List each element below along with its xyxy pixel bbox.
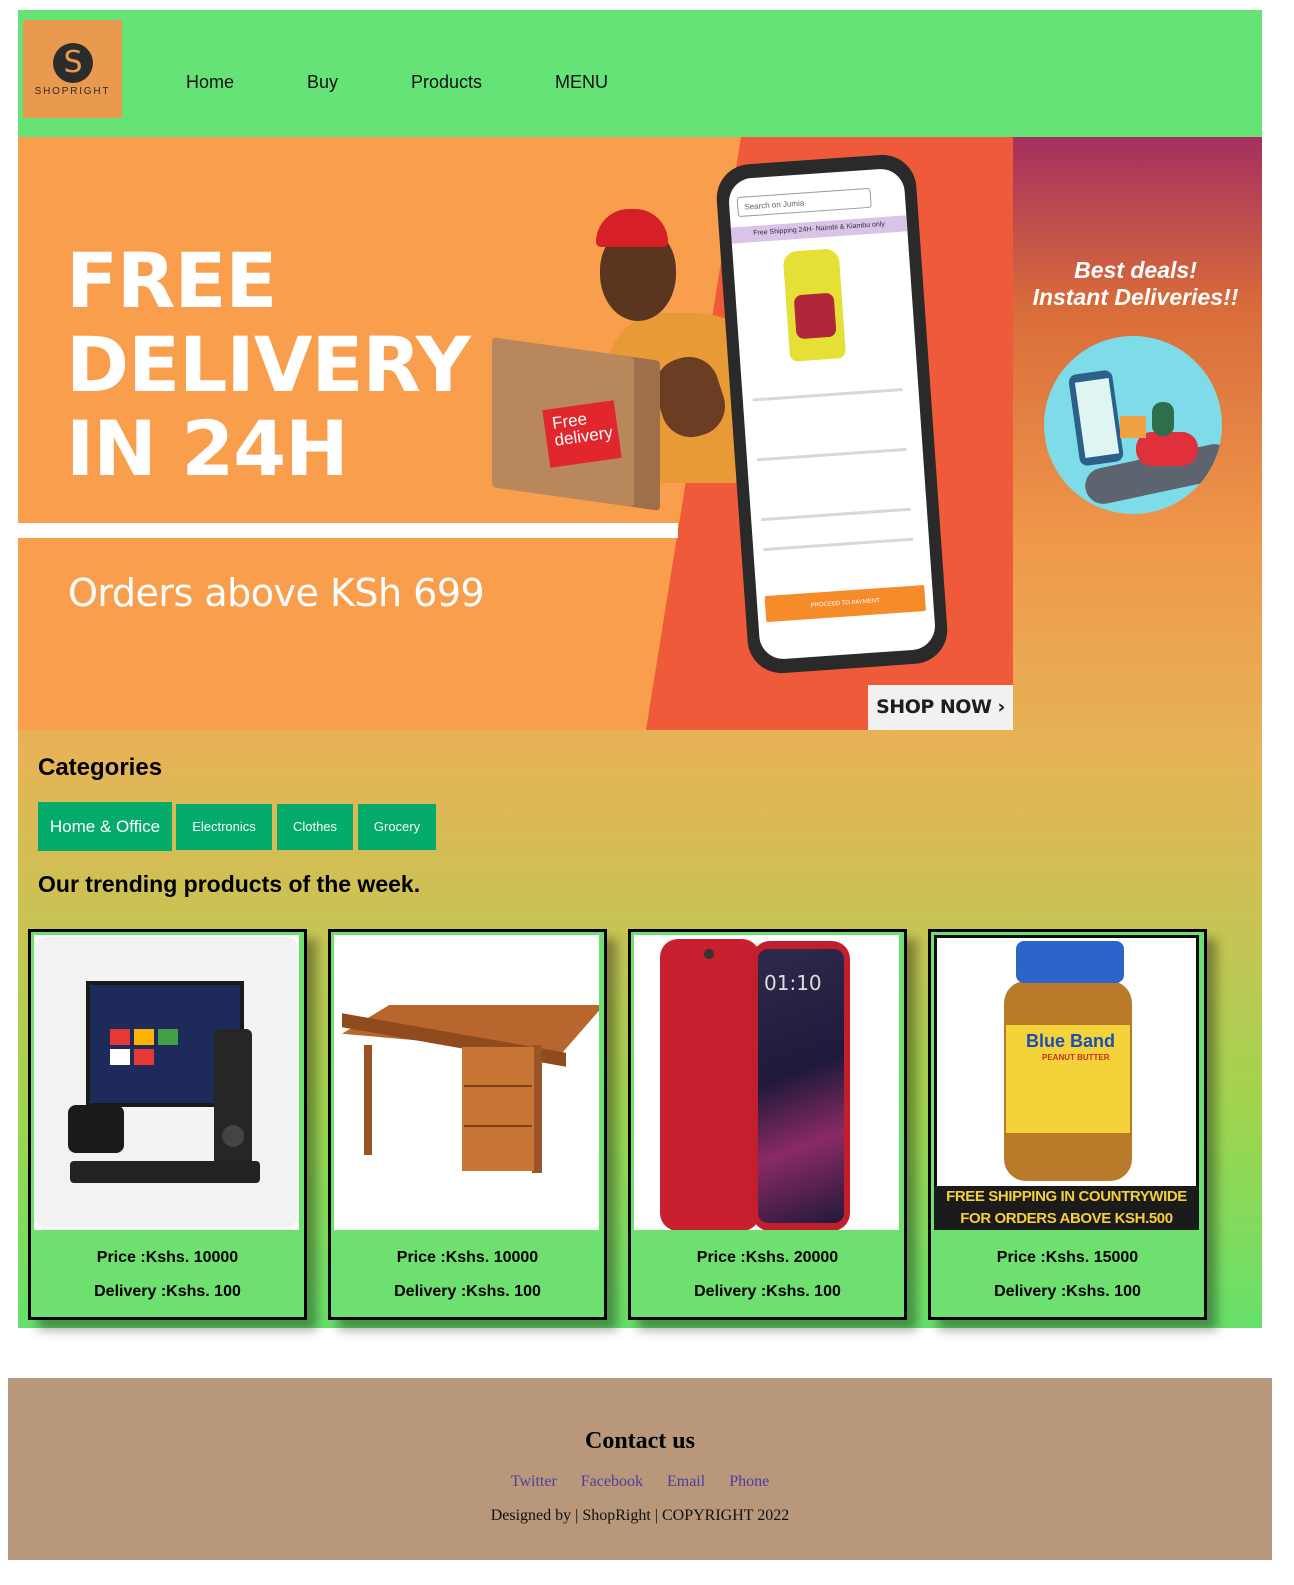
twitter-link[interactable]: Twitter bbox=[511, 1473, 557, 1490]
product-image-desk[interactable] bbox=[334, 935, 599, 1230]
mockup-payment-button: PROCEED TO PAYMENT bbox=[764, 584, 926, 623]
category-home-office[interactable]: Home & Office bbox=[38, 802, 172, 851]
product-image-peanut-butter[interactable]: Blue Band PEANUT BUTTER FREE SHIPPING IN… bbox=[934, 935, 1199, 1230]
app-tile bbox=[110, 1029, 130, 1045]
banner-divider bbox=[18, 523, 678, 538]
delivery-person-cap bbox=[596, 209, 668, 247]
drawer-line bbox=[464, 1085, 532, 1087]
app-tile bbox=[134, 1029, 154, 1045]
drawer-line bbox=[464, 1125, 532, 1127]
nav-products[interactable]: Products bbox=[411, 72, 482, 93]
product-image-tv[interactable] bbox=[34, 935, 299, 1230]
product-card[interactable]: 01:10 Price :Kshs. 20000 Delivery :Kshs.… bbox=[628, 929, 907, 1320]
jar-subtitle: PEANUT BUTTER bbox=[1042, 1053, 1110, 1062]
categories-title: Categories bbox=[38, 754, 163, 781]
product-image-phone[interactable]: 01:10 bbox=[634, 935, 899, 1230]
product-delivery: Delivery :Kshs. 100 bbox=[694, 1283, 841, 1300]
mockup-divider bbox=[756, 447, 907, 462]
contact-links: Twitter Facebook Email Phone bbox=[8, 1473, 1272, 1491]
product-card[interactable]: Blue Band PEANUT BUTTER FREE SHIPPING IN… bbox=[928, 929, 1207, 1320]
phone-camera bbox=[704, 949, 714, 959]
email-link[interactable]: Email bbox=[667, 1473, 705, 1490]
desk-drawers bbox=[462, 1047, 534, 1171]
speaker-tower bbox=[214, 1029, 252, 1181]
free-delivery-banner[interactable]: FREE DELIVERY IN 24H Orders above KSh 69… bbox=[18, 137, 1013, 730]
parcel-icon bbox=[1120, 416, 1146, 438]
rider-icon bbox=[1152, 402, 1174, 436]
free-shipping-banner: FREE SHIPPING IN COUNTRYWIDE FOR ORDERS … bbox=[934, 1186, 1199, 1230]
logo-wordmark: SHOPRIGHT bbox=[34, 86, 111, 97]
jar-brand: Blue Band bbox=[1026, 1031, 1116, 1051]
banner-line-1: FREE SHIPPING IN COUNTRYWIDE bbox=[946, 1188, 1187, 1205]
copyright-text: Designed by | ShopRight | COPYRIGHT 2022 bbox=[490, 1507, 790, 1524]
category-grocery[interactable]: Grocery bbox=[358, 804, 436, 850]
mockup-divider bbox=[752, 388, 903, 402]
nav-buy[interactable]: Buy bbox=[307, 72, 338, 93]
banner-headline-line-1: FREE bbox=[66, 236, 277, 325]
product-card[interactable]: Price :Kshs. 10000 Delivery :Kshs. 100 bbox=[28, 929, 307, 1320]
product-card[interactable]: Price :Kshs. 10000 Delivery :Kshs. 100 bbox=[328, 929, 607, 1320]
tv-box bbox=[68, 1105, 124, 1153]
phone-mockup: Search on Jumia Free Shipping 24H- Nairo… bbox=[714, 152, 950, 676]
product-price: Price :Kshs. 10000 bbox=[396, 1249, 539, 1266]
deals-line-2: Instant Deliveries!! bbox=[1032, 284, 1239, 310]
facebook-link[interactable]: Facebook bbox=[581, 1473, 643, 1490]
shopright-logo[interactable]: S SHOPRIGHT bbox=[23, 20, 122, 118]
site-header: S SHOPRIGHT Home Buy Products MENU bbox=[18, 10, 1262, 137]
banner-headline-line-2: DELIVERY bbox=[66, 320, 471, 409]
category-clothes[interactable]: Clothes bbox=[277, 804, 353, 850]
category-electronics[interactable]: Electronics bbox=[176, 804, 272, 850]
phone-link[interactable]: Phone bbox=[729, 1473, 769, 1490]
desk-leg bbox=[364, 1045, 372, 1155]
banner-headline-line-3: IN 24H bbox=[66, 404, 349, 493]
app-tile bbox=[134, 1049, 154, 1065]
nav-menu[interactable]: MENU bbox=[555, 72, 608, 93]
product-delivery: Delivery :Kshs. 100 bbox=[394, 1283, 541, 1300]
jar-lid bbox=[1016, 941, 1124, 983]
product-delivery: Delivery :Kshs. 100 bbox=[994, 1283, 1141, 1300]
mockup-divider bbox=[761, 507, 911, 522]
product-price: Price :Kshs. 20000 bbox=[696, 1249, 839, 1266]
app-tile bbox=[110, 1049, 130, 1065]
trending-title: Our trending products of the week. bbox=[38, 871, 421, 897]
shop-now-button[interactable]: SHOP NOW › bbox=[868, 685, 1013, 730]
product-price: Price :Kshs. 15000 bbox=[996, 1249, 1139, 1266]
app-tile bbox=[158, 1029, 178, 1045]
banner-line-2: FOR ORDERS ABOVE KSH.500 bbox=[960, 1210, 1173, 1227]
parcel-tag: Free delivery bbox=[542, 400, 622, 468]
mockup-promo-bar: Free Shipping 24H- Nairobi & Kiambu only bbox=[730, 215, 908, 244]
deals-promo-text: Best deals! Instant Deliveries!! bbox=[1018, 257, 1253, 311]
scooter-delivery-illustration bbox=[1044, 336, 1222, 514]
mockup-divider bbox=[763, 537, 914, 552]
banner-subline: Orders above KSh 699 bbox=[68, 571, 485, 615]
phone-back bbox=[660, 939, 760, 1230]
nav-home[interactable]: Home bbox=[186, 72, 234, 93]
mockup-bottle-label bbox=[793, 292, 837, 340]
product-price: Price :Kshs. 10000 bbox=[96, 1249, 239, 1266]
deals-line-1: Best deals! bbox=[1074, 257, 1197, 283]
mockup-search-field: Search on Jumia bbox=[736, 187, 872, 218]
phone-mockup-screen: Search on Jumia Free Shipping 24H- Nairo… bbox=[727, 167, 937, 661]
phone-clock: 01:10 bbox=[764, 971, 822, 995]
product-delivery: Delivery :Kshs. 100 bbox=[94, 1283, 241, 1300]
soundbar bbox=[70, 1161, 260, 1183]
site-footer: Contact us Twitter Facebook Email Phone … bbox=[8, 1378, 1272, 1560]
contact-title: Contact us bbox=[584, 1428, 695, 1454]
logo-mark: S bbox=[53, 43, 93, 83]
speaker-cone bbox=[222, 1125, 244, 1147]
main-content: FREE DELIVERY IN 24H Orders above KSh 69… bbox=[18, 137, 1262, 1328]
